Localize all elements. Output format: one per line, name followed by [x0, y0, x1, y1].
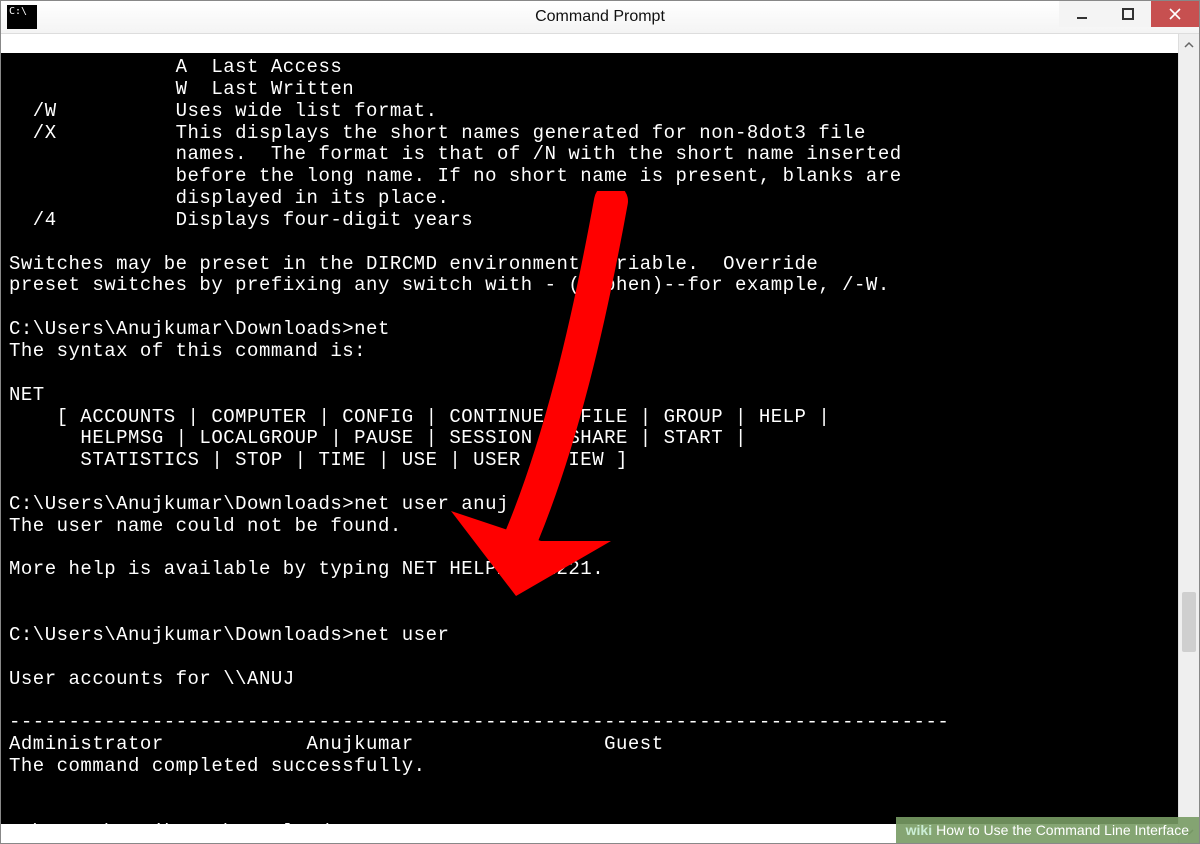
- chevron-up-icon: [1184, 40, 1194, 50]
- minimize-button[interactable]: [1059, 1, 1105, 27]
- vertical-scrollbar[interactable]: [1178, 34, 1199, 843]
- minimize-icon: [1076, 8, 1088, 20]
- scroll-up-button[interactable]: [1180, 36, 1198, 54]
- caption-text: How to Use the Command Line Interface: [936, 822, 1189, 838]
- titlebar[interactable]: Command Prompt: [1, 1, 1199, 34]
- maximize-button[interactable]: [1105, 1, 1151, 27]
- scrollbar-track[interactable]: [1179, 56, 1199, 821]
- window-title: Command Prompt: [535, 8, 665, 26]
- scrollbar-thumb[interactable]: [1182, 592, 1196, 652]
- app-icon: [7, 5, 37, 29]
- command-prompt-window: Command Prompt A Last Access W Last Writ…: [0, 0, 1200, 844]
- wikihow-caption: wiki How to Use the Command Line Interfa…: [896, 817, 1199, 843]
- close-button[interactable]: [1151, 1, 1199, 27]
- terminal-output[interactable]: A Last Access W Last Written /W Uses wid…: [1, 53, 1178, 824]
- window-controls: [1059, 1, 1199, 27]
- client-area: A Last Access W Last Written /W Uses wid…: [1, 34, 1199, 843]
- close-icon: [1169, 8, 1181, 20]
- caption-brand: wiki: [906, 822, 932, 838]
- maximize-icon: [1122, 8, 1134, 20]
